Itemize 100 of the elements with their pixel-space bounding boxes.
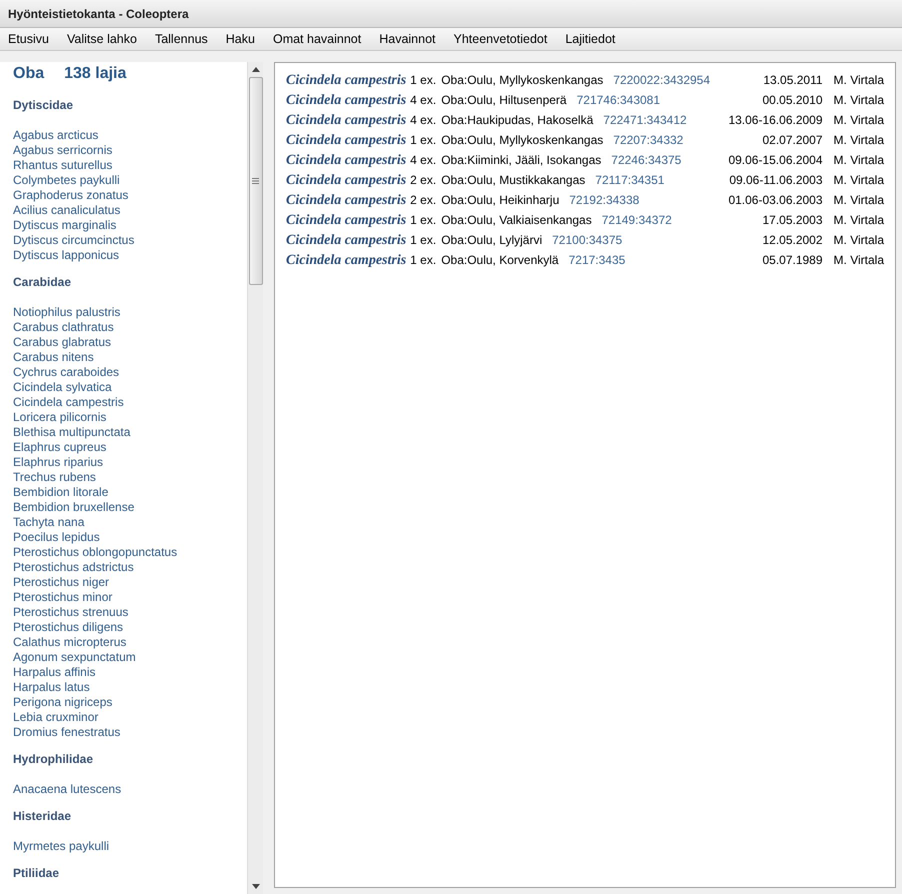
species-name: Cicindela campestris xyxy=(286,232,406,250)
species-name: Cicindela campestris xyxy=(286,112,406,130)
species-link[interactable]: Loricera pilicornis xyxy=(13,410,106,425)
observation-date: 00.05.2010 xyxy=(762,92,823,109)
observation-date: 13.06-16.06.2009 xyxy=(728,112,823,129)
species-link[interactable]: Tachyta nana xyxy=(13,515,84,530)
species-link[interactable]: Bembidion bruxellense xyxy=(13,500,134,515)
coordinates-link[interactable]: 721746:343081 xyxy=(576,91,660,109)
region-heading: Oba xyxy=(13,64,44,84)
species-count: 138 lajia xyxy=(64,64,126,84)
menu-item[interactable]: Yhteenvetotiedot xyxy=(452,30,550,48)
species-link[interactable]: Dytiscus lapponicus xyxy=(13,248,120,263)
specimen-count: 1 ex. xyxy=(410,72,436,89)
observation-date: 01.06-03.06.2003 xyxy=(728,192,823,209)
menu-item[interactable]: Omat havainnot xyxy=(270,30,364,48)
menu-item[interactable]: Tallennus xyxy=(152,30,210,48)
species-link[interactable]: Perigona nigriceps xyxy=(13,695,112,710)
specimen-count: 1 ex. xyxy=(410,212,436,229)
family-heading: Carabidae xyxy=(13,275,72,290)
observer-name: M. Virtala xyxy=(834,92,884,109)
scrollbar[interactable] xyxy=(247,62,263,894)
species-name: Cicindela campestris xyxy=(286,212,406,230)
species-link[interactable]: Cicindela campestris xyxy=(13,395,124,410)
species-link[interactable]: Agabus arcticus xyxy=(13,128,98,143)
species-link[interactable]: Dromius fenestratus xyxy=(13,725,120,740)
coordinates-link[interactable]: 7217:3435 xyxy=(568,251,626,269)
species-link[interactable]: Pterostichus oblongopunctatus xyxy=(13,545,178,560)
window-title: Hyönteistietokanta - Coleoptera xyxy=(8,6,189,22)
menu-item[interactable]: Havainnot xyxy=(377,30,438,48)
species-link[interactable]: Agonum sexpunctatum xyxy=(13,650,136,665)
species-link[interactable]: Carabus glabratus xyxy=(13,335,112,350)
species-name: Cicindela campestris xyxy=(286,172,406,190)
species-link[interactable]: Harpalus affinis xyxy=(13,665,96,680)
species-name: Cicindela campestris xyxy=(286,192,406,210)
observation-date: 13.05.2011 xyxy=(763,72,823,89)
species-link[interactable]: Cicindela sylvatica xyxy=(13,380,112,395)
species-name: Cicindela campestris xyxy=(286,252,406,270)
locality: Oba:Oulu, Heikinharju xyxy=(441,192,560,209)
coordinates-link[interactable]: 7220022:3432954 xyxy=(613,71,710,89)
locality: Oba:Oulu, Hiltusenperä xyxy=(441,92,567,109)
scroll-down-icon[interactable] xyxy=(252,884,260,889)
species-link[interactable]: Blethisa multipunctata xyxy=(13,425,130,440)
species-link[interactable]: Pterostichus strenuus xyxy=(13,605,128,620)
species-link[interactable]: Pterostichus niger xyxy=(13,575,110,590)
locality: Oba:Haukipudas, Hakoselkä xyxy=(441,112,594,129)
observation-date: 17.05.2003 xyxy=(762,212,823,229)
observer-name: M. Virtala xyxy=(834,252,884,269)
specimen-count: 4 ex. xyxy=(410,112,436,129)
species-link[interactable]: Cychrus caraboides xyxy=(13,365,120,380)
species-link[interactable]: Trechus rubens xyxy=(13,470,96,485)
coordinates-link[interactable]: 72100:34375 xyxy=(552,231,622,249)
locality: Oba:Oulu, Korvenkylä xyxy=(441,252,559,269)
species-link[interactable]: Poecilus lepidus xyxy=(13,530,100,545)
observer-name: M. Virtala xyxy=(834,152,884,169)
species-link[interactable]: Elaphrus cupreus xyxy=(13,440,106,455)
menu-item[interactable]: Etusivu xyxy=(6,30,51,48)
coordinates-link[interactable]: 72117:34351 xyxy=(595,171,664,189)
observer-name: M. Virtala xyxy=(834,112,884,129)
menu-item[interactable]: Valitse lahko xyxy=(65,30,139,48)
species-link[interactable]: Bembidion litorale xyxy=(13,485,108,500)
species-link[interactable]: Anacaena lutescens xyxy=(13,782,122,797)
specimen-count: 4 ex. xyxy=(410,92,436,109)
family-heading: Dytiscidae xyxy=(13,98,74,113)
species-link[interactable]: Calathus micropterus xyxy=(13,635,126,650)
species-link[interactable]: Graphoderus zonatus xyxy=(13,188,128,203)
coordinates-link[interactable]: 722471:343412 xyxy=(603,111,687,129)
species-link[interactable]: Carabus clathratus xyxy=(13,320,114,335)
species-link[interactable]: Acilius canaliculatus xyxy=(13,203,120,218)
species-link[interactable]: Elaphrus riparius xyxy=(13,455,104,470)
species-link[interactable]: Harpalus latus xyxy=(13,680,90,695)
observation-date: 09.06-15.06.2004 xyxy=(728,152,823,169)
species-link[interactable]: Pterostichus minor xyxy=(13,590,112,605)
species-link[interactable]: Pterostichus diligens xyxy=(13,620,124,635)
species-link[interactable]: Dytiscus marginalis xyxy=(13,218,116,233)
coordinates-link[interactable]: 72246:34375 xyxy=(611,151,682,169)
family-heading: Hydrophilidae xyxy=(13,752,94,767)
scroll-up-icon[interactable] xyxy=(252,67,260,72)
observer-name: M. Virtala xyxy=(834,72,884,89)
species-link[interactable]: Pterostichus adstrictus xyxy=(13,560,134,575)
locality: Oba:Oulu, Myllykoskenkangas xyxy=(441,132,604,149)
coordinates-link[interactable]: 72149:34372 xyxy=(602,211,672,229)
species-link[interactable]: Myrmetes paykulli xyxy=(13,839,110,854)
species-link[interactable]: Dytiscus circumcinctus xyxy=(13,233,134,248)
species-link[interactable]: Colymbetes paykulli xyxy=(13,173,120,188)
menu-item[interactable]: Haku xyxy=(224,30,257,48)
species-link[interactable]: Agabus serricornis xyxy=(13,143,112,158)
observer-name: M. Virtala xyxy=(834,212,884,229)
species-name: Cicindela campestris xyxy=(286,132,406,150)
species-link[interactable]: Carabus nitens xyxy=(13,350,94,365)
specimen-count: 1 ex. xyxy=(410,232,436,249)
observation-date: 09.06-11.06.2003 xyxy=(729,172,823,189)
coordinates-link[interactable]: 72207:34332 xyxy=(613,131,684,149)
species-link[interactable]: Lebia cruxminor xyxy=(13,710,98,725)
scroll-thumb[interactable] xyxy=(248,77,262,285)
species-link[interactable]: Rhantus suturellus xyxy=(13,158,112,173)
coordinates-link[interactable]: 72192:34338 xyxy=(569,191,640,209)
specimen-count: 1 ex. xyxy=(410,252,436,269)
locality: Oba:Oulu, Valkiaisenkangas xyxy=(441,212,592,229)
menu-item[interactable]: Lajitiedot xyxy=(563,30,618,48)
species-link[interactable]: Notiophilus palustris xyxy=(13,305,120,320)
